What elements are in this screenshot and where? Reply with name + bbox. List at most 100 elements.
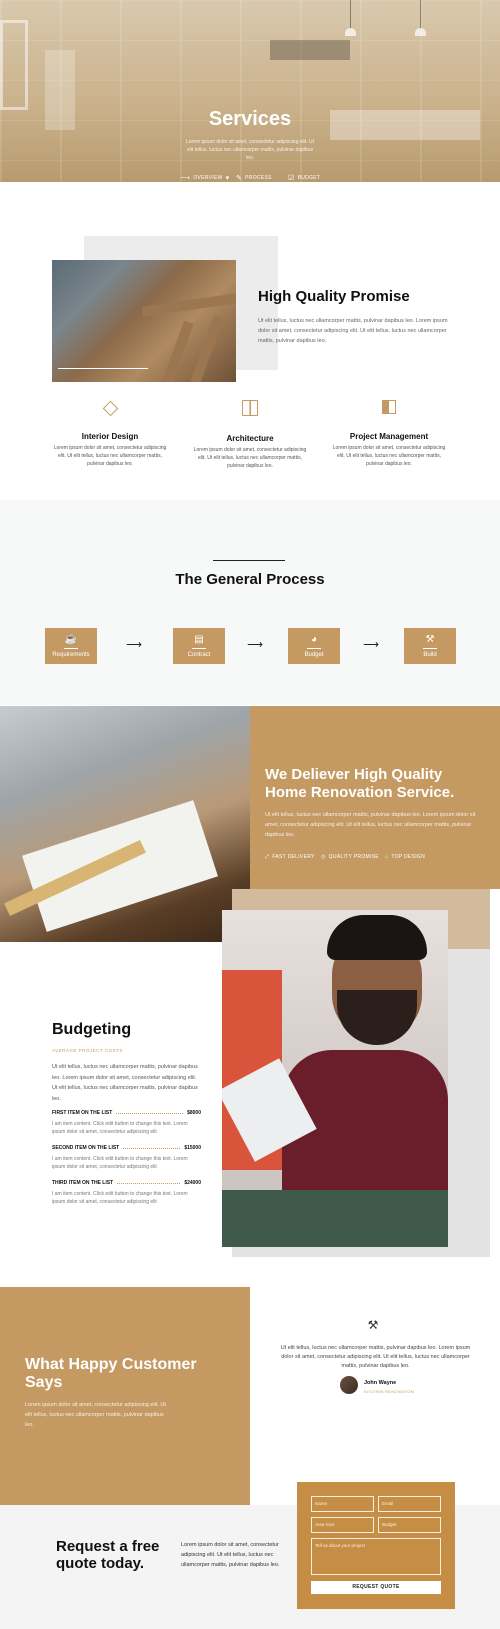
deliver-text: Ut elit tellus, luctus nec ullamcorper m…: [265, 812, 476, 838]
budget-text: Ut elit tellus, luctus nec ullamcorper m…: [52, 1064, 198, 1102]
arrow-right-icon: ⟶: [363, 639, 379, 651]
budget-field[interactable]: Budget: [378, 1517, 441, 1533]
price-dots: [117, 1182, 181, 1184]
process-step-requirements: ☕ Requirements: [45, 628, 97, 664]
feature-text: Lorem ipsum dolor sit amet, consectetur …: [193, 447, 307, 469]
hero-lamp: [345, 0, 356, 36]
price-item-name: THIRD ITEM ON THE LIST: [52, 1180, 114, 1186]
promise-title: High Quality Promise: [258, 288, 410, 305]
photo-accent-line: [58, 368, 148, 369]
email-field[interactable]: Email: [378, 1496, 441, 1512]
promise-text: Ut elit tellus, luctus nec ullamcorper m…: [258, 318, 448, 344]
badge-quality-promise: ◷ QUALITY PROMISE: [321, 853, 379, 861]
price-item-value: $8000: [187, 1110, 201, 1116]
expand-icon: ⤢: [265, 854, 270, 860]
area-size-field[interactable]: Area Size: [311, 1517, 374, 1533]
process-section: [0, 500, 500, 705]
budget-subtitle: AVERAGE PROJECT COSTS: [52, 1048, 123, 1053]
step-label: Contract: [187, 652, 211, 658]
feature-interior-design: Interior Design Lorem ipsum dolor sit am…: [50, 400, 170, 468]
testimonial-quote: Ut elit tellus, luctus nec ullamcorper m…: [280, 1345, 471, 1369]
feature-project-management: Project Management Lorem ipsum dolor sit…: [329, 400, 449, 468]
portrait-photo: [222, 910, 448, 1247]
arrow-right-icon: ⟶: [180, 174, 191, 182]
price-item-desc: I am item content. Click edit button to …: [52, 1156, 188, 1170]
price-item-name: FIRST ITEM ON THE LIST: [52, 1110, 113, 1116]
hero-cabinet: [270, 40, 350, 60]
testimonial-title: What Happy Customer Says: [25, 1356, 197, 1391]
process-step-budget: ◕ Budget: [288, 628, 340, 664]
badge-label: FAST DELIVERY: [272, 854, 315, 860]
cup-icon: ☕: [64, 634, 78, 645]
quote-form: Name Email Area Size Budget Tell us abou…: [297, 1482, 455, 1609]
clock-icon: ◷: [321, 854, 326, 860]
feature-title: Project Management: [349, 432, 429, 441]
hero-lamp: [415, 0, 426, 36]
testimonial-panel: [0, 1287, 250, 1505]
feature-title: Interior Design: [81, 432, 139, 441]
feature-title: Architecture: [226, 434, 274, 443]
step-label: Budget: [304, 652, 324, 658]
promise-photo: [52, 260, 236, 382]
process-step-contract: ▤ Contract: [173, 628, 225, 664]
hero-link-budget[interactable]: ☑ BUDGET: [288, 174, 320, 182]
request-title: Request a free quote today.: [56, 1538, 160, 1572]
layout-icon: [382, 400, 396, 414]
badge-label: TOP DESIGN: [391, 854, 425, 860]
photo-desk: [222, 1190, 448, 1247]
photo-hair: [327, 915, 427, 960]
price-item: FIRST ITEM ON THE LIST $8000 I am item c…: [52, 1110, 201, 1136]
feature-text: Lorem ipsum dolor sit amet, consectetur …: [53, 445, 167, 467]
arrow-right-icon: ⟶: [126, 639, 142, 651]
process-title: The General Process: [175, 571, 325, 588]
photo-beam: [190, 315, 224, 382]
hammer-icon: ⚒: [425, 634, 435, 645]
price-item: THIRD ITEM ON THE LIST $24000 I am item …: [52, 1180, 201, 1206]
price-item-desc: I am item content. Click edit button to …: [52, 1191, 188, 1205]
feature-architecture: Architecture Lorem ipsum dolor sit amet,…: [190, 400, 310, 470]
step-label: Requirements: [52, 652, 90, 658]
price-item-value: $24000: [184, 1180, 201, 1186]
request-quote-button[interactable]: REQUEST QUOTE: [311, 1581, 441, 1594]
price-item: SECOND ITEM ON THE LIST $15000 I am item…: [52, 1145, 201, 1171]
message-field[interactable]: Tell us about your project: [311, 1538, 441, 1575]
pie-chart-icon: ◕: [310, 634, 318, 645]
request-text: Lorem ipsum dolor sit amet, consectetur …: [181, 1542, 280, 1568]
hero-link-process[interactable]: ✎ PROCESS: [236, 174, 272, 182]
hero-text: Lorem ipsum dolor sit amet, consectetur …: [185, 139, 315, 161]
photo-beam: [141, 293, 236, 317]
price-item-value: $15000: [184, 1145, 201, 1151]
photo-beam: [160, 320, 194, 382]
price-dots: [123, 1147, 181, 1149]
chevron-down-icon: ▾: [225, 174, 230, 182]
book-icon: [242, 400, 258, 416]
price-dots: [116, 1112, 184, 1114]
testimonial-author: John Wayne: [364, 1380, 397, 1386]
tools-icon: ✎: [236, 174, 243, 182]
avatar: [340, 1376, 358, 1394]
hero-link-label: BUDGET: [297, 175, 321, 181]
process-step-build: ⚒ Build: [404, 628, 456, 664]
diamond-icon: [102, 400, 118, 417]
step-rule: [423, 648, 437, 649]
hero-window: [0, 20, 28, 110]
hero-link-label: OVERVIEW: [193, 175, 223, 181]
hero-link-overview[interactable]: ⟶ OVERVIEW ▾: [180, 174, 229, 182]
hero-title: Services: [208, 108, 292, 130]
process-divider: [213, 560, 285, 561]
deliver-photo: [0, 706, 250, 942]
step-rule: [307, 648, 321, 649]
name-field[interactable]: Name: [311, 1496, 374, 1512]
step-rule: [192, 648, 206, 649]
deliver-title: We Deliever High Quality Home Renovation…: [265, 766, 455, 801]
testimonial-role: KITCHEN RENOVATION: [364, 1389, 414, 1394]
budget-title: Budgeting: [52, 1021, 132, 1038]
document-icon: ▤: [194, 634, 204, 645]
hero-link-label: PROCESS: [245, 175, 272, 181]
step-rule: [64, 648, 78, 649]
step-label: Build: [423, 652, 437, 658]
testimonial-text: Lorem ipsum dolor sit amet, consectetur …: [25, 1402, 166, 1428]
badge-label: QUALITY PROMISE: [328, 854, 379, 860]
hammer-icon: ⚒: [367, 1318, 379, 1332]
price-item-name: SECOND ITEM ON THE LIST: [52, 1145, 120, 1151]
